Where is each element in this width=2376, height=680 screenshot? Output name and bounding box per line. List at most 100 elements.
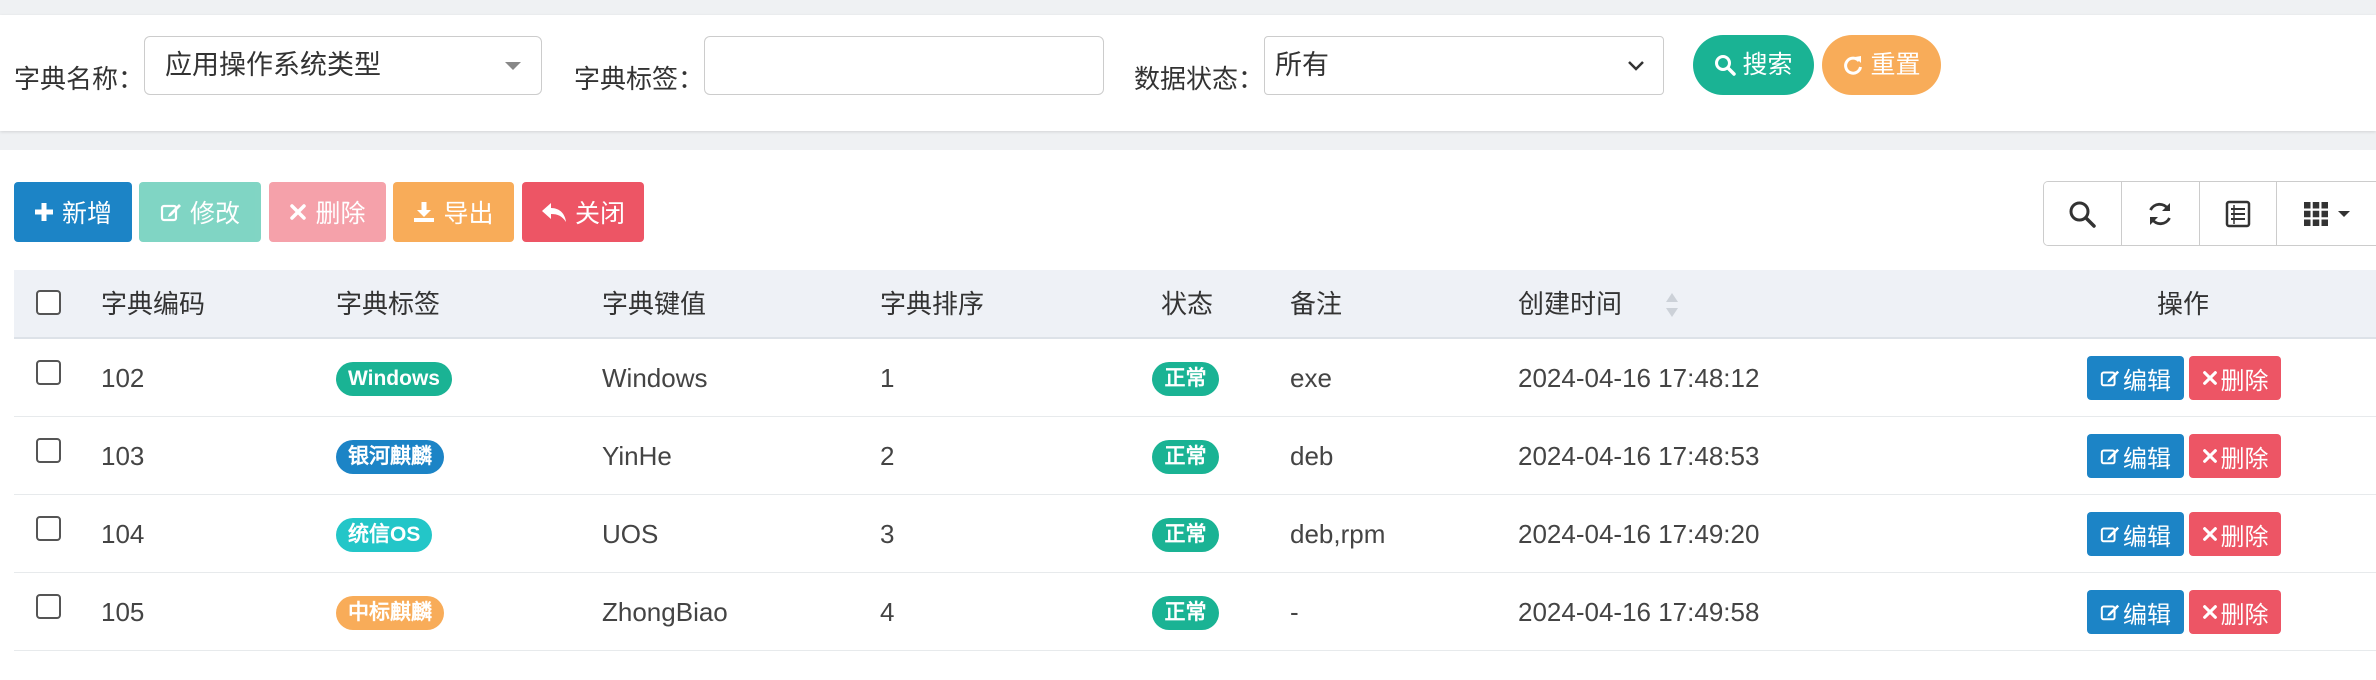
export-button-label: 导出 — [443, 200, 494, 228]
cell-remark: deb — [1290, 441, 1334, 471]
remove-icon — [2202, 527, 2217, 541]
row-delete-label: 删除 — [2220, 601, 2269, 629]
delete-button-label: 删除 — [315, 200, 366, 228]
download-icon — [414, 202, 435, 222]
add-button-label: 新增 — [61, 200, 112, 228]
table-row: 104 统信OS UOS 3 正常 deb,rpm 2024-04-16 17:… — [14, 495, 2376, 573]
row-edit-label: 编辑 — [2123, 523, 2171, 551]
search-icon — [2069, 201, 2097, 228]
table-panel: 新增 修改 删除 导出 关闭 字典编码 字典标签 字典键值 字典排序 状态 备注… — [0, 150, 2376, 680]
add-button[interactable]: 新增 — [14, 182, 132, 242]
caret-down-icon — [2337, 210, 2350, 217]
refresh-table-button[interactable] — [2121, 182, 2200, 245]
cell-value: YinHe — [602, 441, 672, 471]
search-button-label: 搜索 — [1742, 51, 1793, 79]
th-created[interactable]: 创建时间 — [1518, 270, 1622, 339]
status-badge: 正常 — [1152, 440, 1219, 474]
dict-label-badge: 统信OS — [336, 518, 433, 552]
table-row: 103 银河麒麟 YinHe 2 正常 deb 2024-04-16 17:48… — [14, 417, 2376, 495]
cell-code: 105 — [101, 597, 145, 627]
row-delete-label: 删除 — [2220, 445, 2269, 473]
row-edit-label: 编辑 — [2123, 367, 2171, 395]
row-delete-button[interactable]: 删除 — [2189, 590, 2281, 634]
row-checkbox[interactable] — [36, 360, 61, 385]
cell-code: 104 — [101, 519, 145, 549]
th-sort: 字典排序 — [880, 289, 985, 319]
cell-sort: 1 — [880, 363, 895, 393]
row-checkbox[interactable] — [36, 438, 61, 463]
row-delete-button[interactable]: 删除 — [2189, 356, 2281, 400]
th-remark: 备注 — [1290, 289, 1343, 319]
table-row: 105 中标麒麟 ZhongBiao 4 正常 - 2024-04-16 17:… — [14, 573, 2376, 651]
cell-remark: exe — [1290, 363, 1332, 393]
columns-button[interactable] — [2277, 182, 2376, 245]
dict-name-value: 应用操作系统类型 — [165, 50, 381, 80]
dict-label-badge: 中标麒麟 — [336, 596, 444, 630]
cell-created: 2024-04-16 17:48:53 — [1518, 441, 1760, 471]
cell-sort: 3 — [880, 519, 895, 549]
dict-label-label: 字典标签： — [574, 64, 705, 94]
remove-icon — [290, 204, 307, 220]
status-badge: 正常 — [1152, 362, 1219, 396]
th-label: 字典标签 — [336, 289, 441, 319]
export-button[interactable]: 导出 — [393, 182, 514, 242]
th-code: 字典编码 — [101, 289, 206, 319]
remove-icon — [2202, 605, 2217, 619]
row-delete-label: 删除 — [2220, 523, 2269, 551]
row-delete-button[interactable]: 删除 — [2189, 512, 2281, 556]
cell-value: ZhongBiao — [602, 597, 728, 627]
row-edit-button[interactable]: 编辑 — [2087, 356, 2184, 400]
row-edit-button[interactable]: 编辑 — [2087, 590, 2184, 634]
edit-button-label: 修改 — [189, 200, 240, 228]
search-icon — [1715, 55, 1737, 76]
status-label: 数据状态： — [1134, 64, 1265, 94]
search-button[interactable]: 搜索 — [1693, 35, 1814, 95]
reset-button[interactable]: 重置 — [1822, 35, 1941, 95]
cell-code: 103 — [101, 441, 145, 471]
cell-sort: 2 — [880, 441, 895, 471]
toggle-view-button[interactable] — [2199, 182, 2278, 245]
row-delete-label: 删除 — [2220, 367, 2269, 395]
cell-created: 2024-04-16 17:49:20 — [1518, 519, 1760, 549]
select-all-checkbox[interactable] — [36, 290, 61, 315]
list-icon — [2225, 200, 2251, 227]
edit-icon — [2100, 526, 2120, 543]
row-delete-button[interactable]: 删除 — [2189, 434, 2281, 478]
delete-button[interactable]: 删除 — [269, 182, 386, 242]
status-value: 所有 — [1275, 50, 1329, 80]
row-edit-label: 编辑 — [2123, 445, 2171, 473]
cell-value: Windows — [602, 363, 708, 393]
row-checkbox[interactable] — [36, 516, 61, 541]
edit-icon — [160, 204, 181, 222]
grid-icon — [2303, 201, 2328, 226]
edit-button[interactable]: 修改 — [139, 182, 261, 242]
table-header: 字典编码 字典标签 字典键值 字典排序 状态 备注 创建时间 操作 — [14, 270, 2376, 339]
row-edit-button[interactable]: 编辑 — [2087, 434, 2184, 478]
edit-icon — [2100, 604, 2120, 621]
refresh-icon — [1844, 56, 1863, 75]
plus-icon — [34, 203, 53, 221]
sort-icon[interactable] — [1664, 291, 1680, 319]
dict-name-select[interactable]: 应用操作系统类型 — [144, 36, 542, 95]
edit-icon — [2100, 448, 2120, 465]
status-select[interactable]: 所有 — [1264, 36, 1664, 95]
close-button[interactable]: 关闭 — [522, 182, 644, 242]
reset-button-label: 重置 — [1870, 51, 1921, 79]
toggle-search-button[interactable] — [2044, 182, 2122, 245]
cell-sort: 4 — [880, 597, 895, 627]
dict-label-input[interactable] — [704, 36, 1104, 95]
edit-icon — [2100, 370, 2120, 387]
close-button-label: 关闭 — [574, 200, 625, 228]
dict-name-label: 字典名称： — [14, 64, 145, 94]
dict-label-badge: Windows — [336, 362, 452, 396]
cell-created: 2024-04-16 17:49:58 — [1518, 597, 1760, 627]
row-checkbox[interactable] — [36, 594, 61, 619]
row-edit-button[interactable]: 编辑 — [2087, 512, 2184, 556]
cell-remark: deb,rpm — [1290, 519, 1386, 549]
table-row: 102 Windows Windows 1 正常 exe 2024-04-16 … — [14, 339, 2376, 417]
th-value: 字典键值 — [602, 289, 707, 319]
dict-label-badge: 银河麒麟 — [336, 440, 444, 474]
th-status: 状态 — [1161, 289, 1214, 319]
cell-value: UOS — [602, 519, 659, 549]
th-actions: 操作 — [2157, 289, 2210, 319]
